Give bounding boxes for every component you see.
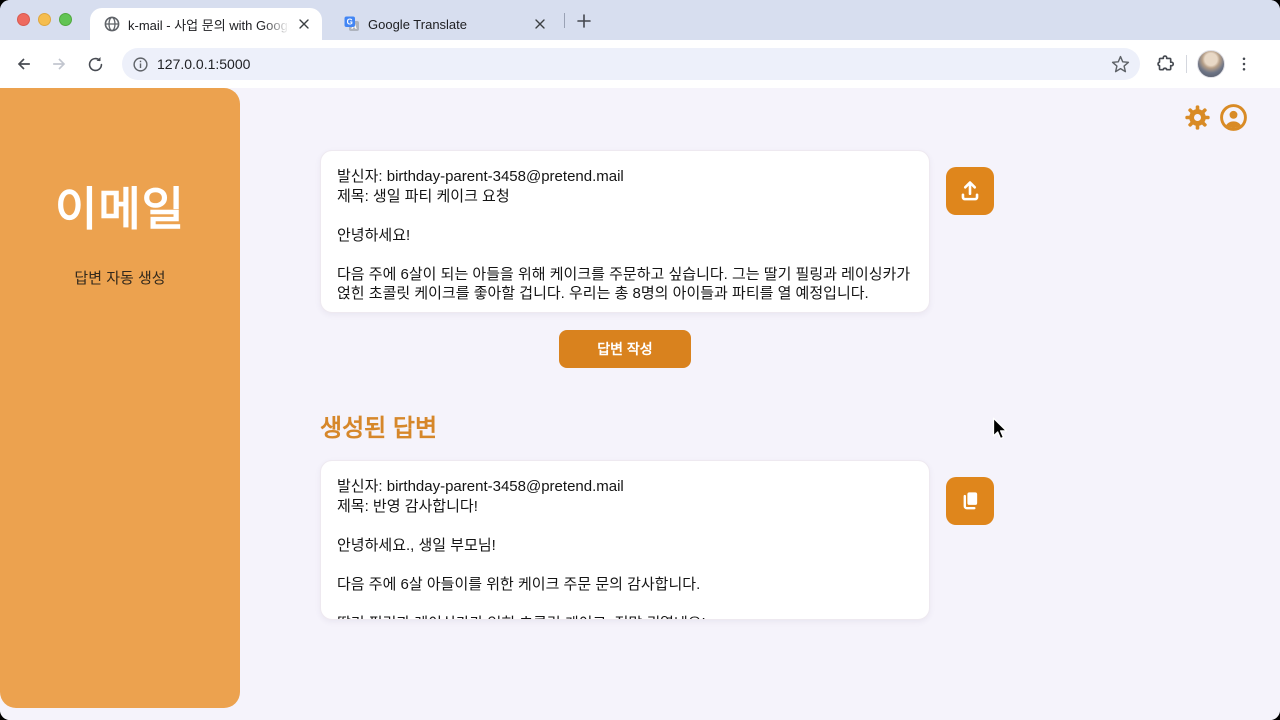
translate-icon: AG	[344, 16, 360, 32]
tab-strip: k-mail - 사업 문의 with Google AG Google Tra…	[0, 0, 1280, 40]
header-icons	[1184, 104, 1247, 131]
page-content: 이메일 답변 자동 생성 발신자: birthday-parent-3458@p…	[0, 88, 1280, 720]
email-subject: 제목: 반영 감사합니다!	[337, 497, 913, 517]
compose-reply-button[interactable]: 답변 작성	[559, 330, 691, 368]
tab-divider	[564, 13, 565, 28]
window-zoom-button[interactable]	[59, 13, 72, 26]
close-icon[interactable]	[295, 16, 312, 33]
upload-icon	[957, 178, 983, 204]
window-minimize-button[interactable]	[38, 13, 51, 26]
sidebar: 이메일 답변 자동 생성	[0, 88, 240, 708]
menu-dots-icon[interactable]	[1235, 55, 1253, 73]
reload-button[interactable]	[81, 50, 109, 78]
email-sender: 발신자: birthday-parent-3458@pretend.mail	[337, 167, 913, 187]
mouse-cursor	[992, 417, 1010, 442]
incoming-email-card: 발신자: birthday-parent-3458@pretend.mail 제…	[320, 150, 930, 313]
email-subject: 제목: 생일 파티 케이크 요청	[337, 187, 913, 207]
profile-avatar[interactable]	[1197, 50, 1225, 78]
toolbar-divider	[1186, 55, 1187, 73]
settings-gear-icon[interactable]	[1184, 104, 1211, 131]
tab-google-translate[interactable]: AG Google Translate	[330, 8, 558, 40]
email-sender: 발신자: birthday-parent-3458@pretend.mail	[337, 477, 913, 497]
bookmark-star-icon[interactable]	[1111, 55, 1130, 74]
back-button[interactable]	[10, 50, 38, 78]
profile-person-icon[interactable]	[1220, 104, 1247, 131]
address-bar[interactable]: 127.0.0.1:5000	[122, 48, 1140, 80]
close-icon[interactable]	[531, 16, 548, 33]
macos-traffic-lights	[17, 13, 72, 26]
svg-text:G: G	[347, 18, 353, 27]
site-info-icon[interactable]	[132, 56, 149, 73]
browser-window: k-mail - 사업 문의 with Google AG Google Tra…	[0, 0, 1280, 720]
email-body: 다음 주에 6살 아들이를 위한 케이크 주문 문의 감사합니다.	[337, 575, 913, 595]
window-close-button[interactable]	[17, 13, 30, 26]
tab-kmail[interactable]: k-mail - 사업 문의 with Google	[90, 8, 322, 40]
tab-title: Google Translate	[368, 17, 525, 32]
email-greeting: 안녕하세요!	[337, 226, 913, 246]
tab-title: k-mail - 사업 문의 with Google	[128, 15, 289, 34]
browser-toolbar: 127.0.0.1:5000	[0, 40, 1280, 88]
email-greeting: 안녕하세요., 생일 부모님!	[337, 536, 913, 556]
forward-button[interactable]	[45, 50, 73, 78]
url-text[interactable]: 127.0.0.1:5000	[157, 56, 1111, 72]
extensions-icon[interactable]	[1154, 53, 1176, 75]
globe-icon	[104, 16, 120, 32]
app-title: 이메일	[0, 173, 240, 239]
email-body-clipped: 딸기 필링과 레이싱카가 얹힌 초콜릿 케이크, 정말 귀엽네요!	[337, 614, 913, 621]
copy-icon	[957, 488, 983, 514]
copy-reply-button[interactable]	[946, 477, 994, 525]
email-body: 다음 주에 6살이 되는 아들을 위해 케이크를 주문하고 싶습니다. 그는 딸…	[337, 265, 913, 304]
generated-reply-heading: 생성된 답변	[320, 408, 437, 443]
generated-email-card: 발신자: birthday-parent-3458@pretend.mail 제…	[320, 460, 930, 620]
upload-email-button[interactable]	[946, 167, 994, 215]
new-tab-button[interactable]	[570, 7, 597, 34]
app-subtitle: 답변 자동 생성	[0, 267, 240, 288]
